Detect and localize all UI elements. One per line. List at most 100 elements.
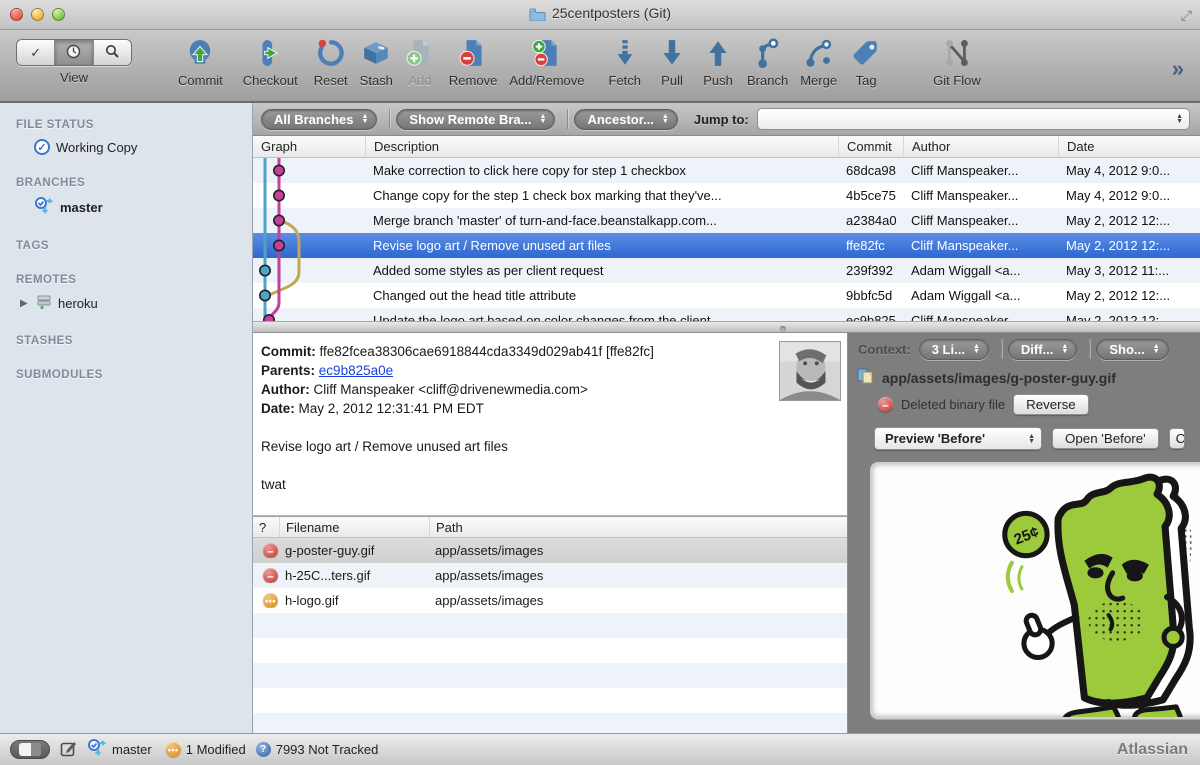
toolbar-add-remove-button[interactable]: Add/Remove xyxy=(509,37,584,88)
commit-row[interactable]: Make correction to click here copy for s… xyxy=(253,158,1200,183)
stepper-icon: ▲▼ xyxy=(1176,114,1183,124)
commit-row[interactable]: Added some styles as per client request … xyxy=(253,258,1200,283)
gitflow-icon xyxy=(933,37,981,69)
add-icon xyxy=(405,37,435,69)
removed-status-icon: – xyxy=(263,568,278,583)
working-copy-icon: ✓ xyxy=(34,139,50,155)
column-header-date[interactable]: Date xyxy=(1058,136,1200,157)
branch-icon xyxy=(747,37,788,69)
image-preview: 25¢ xyxy=(870,462,1200,719)
stepper-icon: ▲▼ xyxy=(1061,344,1068,354)
commit-row[interactable]: Changed out the head title attribute 9bb… xyxy=(253,283,1200,308)
context-lines-dropdown[interactable]: 3 Li... ▲▼ xyxy=(919,339,989,360)
file-pages-icon xyxy=(856,367,876,388)
column-header-status[interactable]: ? xyxy=(253,517,279,537)
search-icon xyxy=(105,44,120,62)
toolbar-fetch-button[interactable]: Fetch xyxy=(609,37,642,88)
context-label: Context: xyxy=(858,342,911,357)
column-header-commit[interactable]: Commit xyxy=(838,136,903,157)
window-title: 25centposters (Git) xyxy=(0,5,1200,24)
toolbar-remove-button[interactable]: Remove xyxy=(449,37,497,88)
column-header-path[interactable]: Path xyxy=(429,517,847,537)
ancestor-order-dropdown[interactable]: Ancestor... ▲▼ xyxy=(574,109,677,130)
diff-pane: Context: 3 Li... ▲▼ Diff... ▲▼ Sho... xyxy=(848,333,1200,733)
sidebar-section-submodules: SUBMODULES xyxy=(0,365,252,385)
preview-before-dropdown[interactable]: Preview 'Before' ▲▼ xyxy=(874,427,1042,450)
sidebar-item-working-copy[interactable]: ✓ Working Copy xyxy=(0,135,252,159)
commit-icon xyxy=(178,37,223,69)
commit-row-selected[interactable]: Revise logo art / Remove unused art file… xyxy=(253,233,1200,258)
toolbar-branch-button[interactable]: Branch xyxy=(747,37,788,88)
compose-icon[interactable] xyxy=(60,740,77,760)
file-status-view-button[interactable]: ✓ xyxy=(17,40,55,65)
show-mode-dropdown[interactable]: Sho... ▲▼ xyxy=(1096,339,1168,360)
jump-to-label: Jump to: xyxy=(694,112,749,127)
toolbar-merge-button[interactable]: Merge xyxy=(800,37,837,88)
toolbar-commit-button[interactable]: Commit xyxy=(178,37,223,88)
statusbar-not-tracked[interactable]: ? 7993 Not Tracked xyxy=(256,742,379,757)
toolbar-reset-button[interactable]: Reset xyxy=(314,37,348,88)
stepper-icon: ▲▼ xyxy=(662,114,669,124)
commit-row[interactable]: Update the logo art based on color chang… xyxy=(253,308,1200,321)
commit-list: Make correction to click here copy for s… xyxy=(253,158,1200,321)
toolbar-add-button[interactable]: Add xyxy=(405,37,435,88)
sidebar-section-remotes: REMOTES xyxy=(0,270,252,290)
column-header-description[interactable]: Description xyxy=(365,136,838,157)
file-row-selected[interactable]: – g-poster-guy.gif app/assets/images xyxy=(253,538,847,563)
server-icon xyxy=(36,294,52,313)
file-row[interactable]: – h-25C...ters.gif app/assets/images xyxy=(253,563,847,588)
commit-row[interactable]: Merge branch 'master' of turn-and-face.b… xyxy=(253,208,1200,233)
pull-icon xyxy=(657,37,687,69)
date-value: May 2, 2012 12:31:41 PM EDT xyxy=(299,401,484,416)
column-header-graph[interactable]: Graph xyxy=(253,136,365,157)
author-value: Cliff Manspeaker <cliff@drivenewmedia.co… xyxy=(314,382,588,397)
open-before-button[interactable]: Open 'Before' xyxy=(1052,428,1159,449)
reverse-button[interactable]: Reverse xyxy=(1013,394,1089,415)
add-remove-icon xyxy=(509,37,584,69)
stepper-icon: ▲▼ xyxy=(1028,434,1035,444)
fullscreen-icon[interactable]: ⤢ xyxy=(1181,7,1192,24)
file-row[interactable]: ••• h-logo.gif app/assets/images xyxy=(253,588,847,613)
statusbar-modified[interactable]: ••• 1 Modified xyxy=(162,742,246,757)
modified-status-icon: ••• xyxy=(263,593,278,608)
file-list: – g-poster-guy.gif app/assets/images – h… xyxy=(253,538,847,733)
disclosure-triangle-icon[interactable]: ▶ xyxy=(20,298,30,309)
branch-current-icon xyxy=(34,197,54,218)
commit-hash: ffe82fcea38306cae6918844cda3349d029ab41f… xyxy=(320,344,654,359)
toolbar-gitflow-button[interactable]: Git Flow xyxy=(933,37,981,88)
remote-branches-filter-dropdown[interactable]: Show Remote Bra... ▲▼ xyxy=(396,109,555,130)
log-view-button[interactable] xyxy=(55,40,93,65)
check-icon: ✓ xyxy=(30,45,41,61)
sidebar-item-heroku[interactable]: ▶ heroku xyxy=(0,290,252,317)
toolbar-checkout-button[interactable]: Checkout xyxy=(243,37,298,88)
toolbar-tag-button[interactable]: Tag xyxy=(851,37,881,88)
app-window: 25centposters (Git) ⤢ ✓ View Commit xyxy=(0,0,1200,765)
clipped-button[interactable]: C xyxy=(1169,428,1185,449)
statusbar-branch[interactable]: master xyxy=(87,739,152,760)
deleted-binary-text: Deleted binary file xyxy=(901,397,1005,412)
sidebar: FILE STATUS ✓ Working Copy BRANCHES mast… xyxy=(0,103,253,733)
parent-commit-link[interactable]: ec9b825a0e xyxy=(319,363,393,378)
horizontal-splitter[interactable] xyxy=(253,321,1200,333)
sidebar-section-stashes: STASHES xyxy=(0,331,252,351)
window-title-text: 25centposters (Git) xyxy=(552,5,671,21)
removed-status-icon: – xyxy=(263,543,278,558)
column-header-filename[interactable]: Filename xyxy=(279,517,429,537)
search-view-button[interactable] xyxy=(94,40,131,65)
commit-row[interactable]: Change copy for the step 1 check box mar… xyxy=(253,183,1200,208)
splitter-grip[interactable] xyxy=(780,326,786,332)
titlebar: 25centposters (Git) ⤢ xyxy=(0,0,1200,30)
toolbar-overflow-button[interactable]: » xyxy=(1172,56,1184,82)
jump-to-select[interactable]: ▲▼ xyxy=(757,108,1190,130)
toolbar-stash-button[interactable]: Stash xyxy=(360,37,393,88)
column-header-author[interactable]: Author xyxy=(903,136,1058,157)
toolbar-pull-button[interactable]: Pull xyxy=(657,37,687,88)
commit-label: Commit: xyxy=(261,344,316,359)
toolbar-push-button[interactable]: Push xyxy=(703,37,733,88)
branches-filter-dropdown[interactable]: All Branches ▲▼ xyxy=(261,109,377,130)
poster-guy-illustration: 25¢ xyxy=(989,468,1200,719)
sidebar-item-master[interactable]: master xyxy=(0,193,252,222)
diff-mode-dropdown[interactable]: Diff... ▲▼ xyxy=(1008,339,1077,360)
sidebar-toggle-button[interactable] xyxy=(10,740,50,759)
commit-details-pane: Commit: ffe82fcea38306cae6918844cda3349d… xyxy=(253,333,847,516)
